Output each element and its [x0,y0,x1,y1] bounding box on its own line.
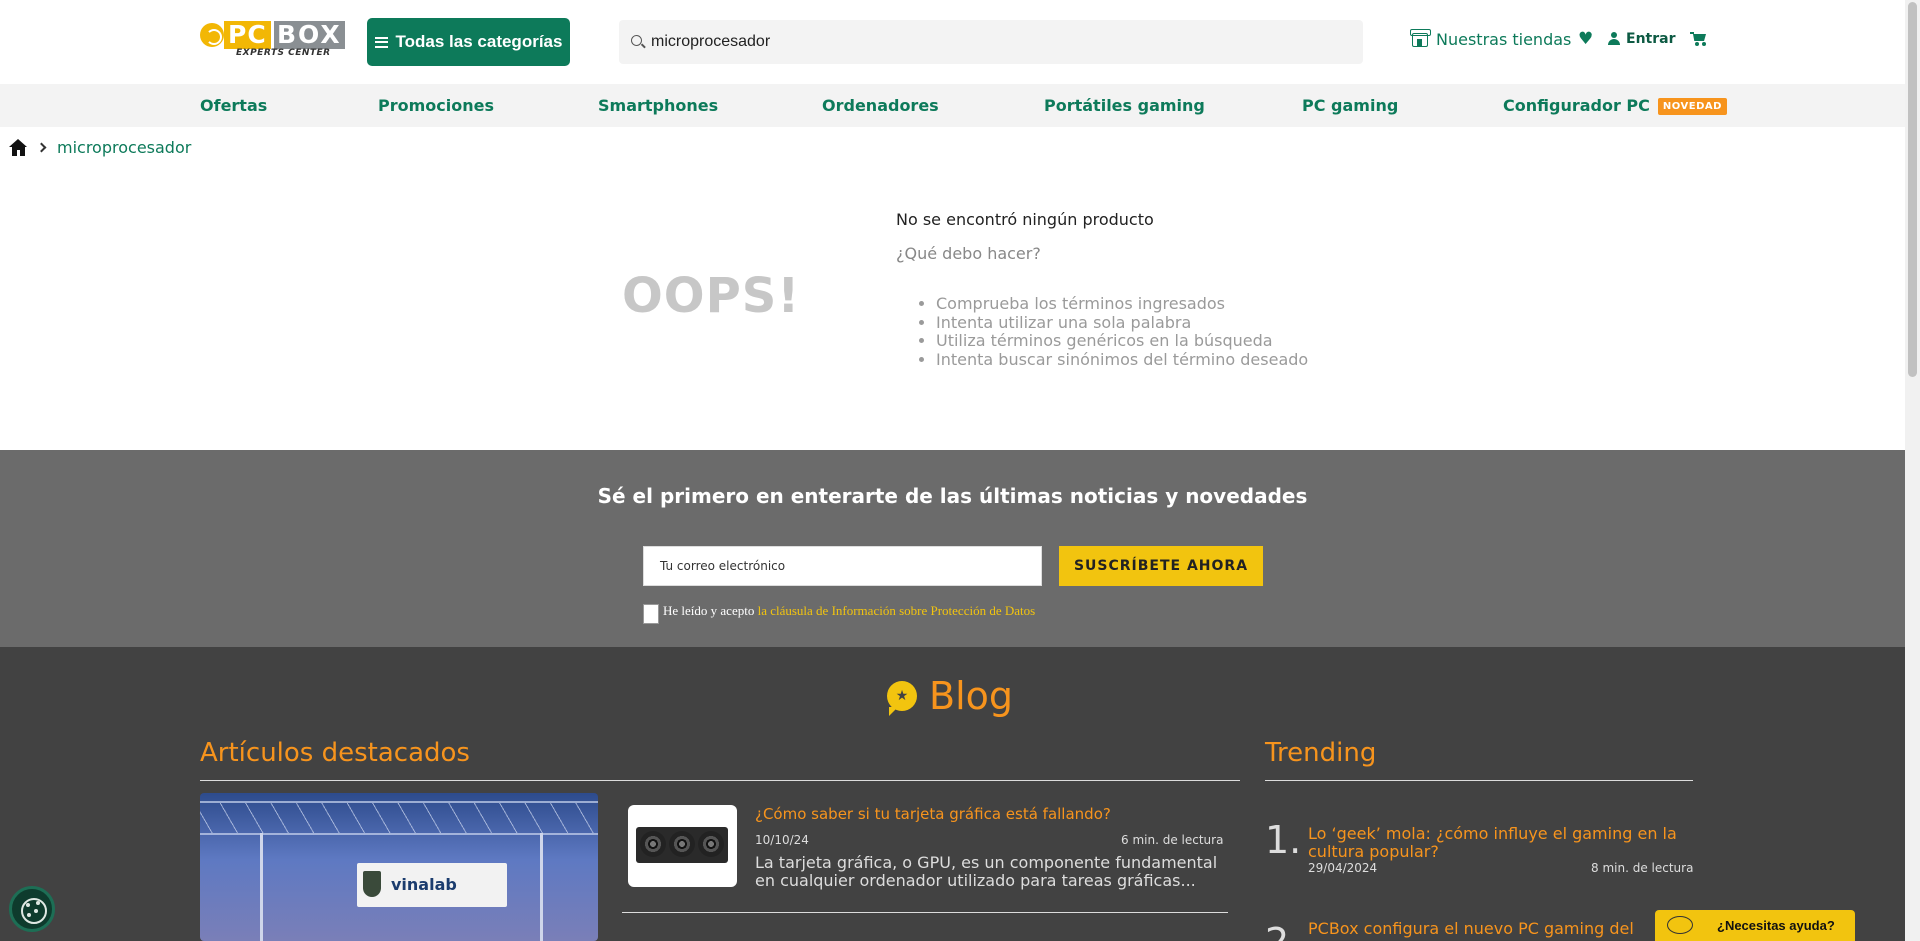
our-stores-link[interactable]: Nuestras tiendas [1410,28,1572,49]
consent-text: He leído y acepto la cláusula de Informa… [663,603,1035,619]
logo-subtitle: EXPERTS CENTER [236,48,331,58]
article-divider [622,912,1228,913]
trending-divider [1265,780,1693,781]
no-results-message: No se encontró ningún producto [896,210,1154,229]
store-icon [1410,28,1431,47]
main-nav: Ofertas Promociones Smartphones Ordenado… [0,84,1905,127]
search-tip: Intenta utilizar una sola palabra [936,313,1308,333]
featured-divider [200,780,1240,781]
article-thumbnail[interactable] [628,805,737,887]
gpu-image [636,827,728,863]
cart-icon[interactable] [1690,32,1707,46]
pcbox-logo[interactable]: PC BOX EXPERTS CENTER [200,21,353,59]
trending-number: 1. [1265,818,1302,862]
privacy-clause-link[interactable]: la cláusula de Información sobre Protecc… [758,603,1036,618]
article-excerpt: La tarjeta gráfica, o GPU, es un compone… [755,853,1218,890]
login-label: Entrar [1626,31,1676,47]
search-bar [619,20,1363,64]
nav-item-pc-gaming[interactable]: PC gaming [1302,84,1398,127]
trending-article-title[interactable]: Lo ‘geek’ mola: ¿cómo influye el gaming … [1308,825,1693,861]
logo-pc-text: PC [224,21,271,49]
blog-heading[interactable]: ★ Blog [887,674,1013,718]
what-to-do-question: ¿Qué debo hacer? [896,244,1041,263]
scrollbar-thumb[interactable] [1908,2,1917,377]
trending-title: Trending [1265,738,1377,768]
blog-star-icon: ★ [887,681,917,716]
featured-articles-title: Artículos destacados [200,738,470,768]
chevron-right-icon [36,142,47,153]
article-read-time: 6 min. de lectura [1121,833,1224,847]
nav-item-ordenadores[interactable]: Ordenadores [822,84,939,127]
search-icon[interactable] [631,35,642,46]
search-tip: Utiliza términos genéricos en la búsqued… [936,332,1308,351]
oops-heading: OOPS! [622,268,801,324]
nav-item-configurador-pc[interactable]: Configurador PC NOVEDAD [1503,84,1727,127]
all-categories-button[interactable]: Todas las categorías [367,18,570,66]
site-header: PC BOX EXPERTS CENTER Todas las categorí… [0,0,1905,84]
article-date: 10/10/24 [755,833,809,847]
user-icon [1608,32,1620,46]
blog-title: Blog [929,674,1013,718]
logo-box-text: BOX [274,21,345,49]
trending-article-read-time: 8 min. de lectura [1591,861,1694,875]
nav-item-promociones[interactable]: Promociones [378,84,494,127]
trending-number: 2. [1265,920,1301,941]
nav-item-ofertas[interactable]: Ofertas [200,84,267,127]
consent-checkbox[interactable] [643,604,659,624]
breadcrumb: microprocesador [9,138,191,157]
menu-icon [374,36,388,48]
search-tips-list: Comprueba los términos ingresados Intent… [936,294,1308,370]
featured-article-image[interactable]: vinalab [200,793,598,941]
chat-bubble-icon [1667,916,1693,934]
trending-article-title[interactable]: PCBox configura el nuevo PC gaming del [1308,920,1693,938]
help-chat-label: ¿Necesitas ayuda? [1717,918,1835,933]
blog-section: ★ Blog Artículos destacados Trending vin… [0,647,1905,941]
newsletter-title: Sé el primero en enterarte de las última… [597,484,1308,508]
breadcrumb-current[interactable]: microprocesador [57,138,191,157]
logo-sun-icon [200,23,224,47]
heart-icon[interactable]: ♥ [1578,31,1593,48]
consent-prefix: He leído y acepto [663,603,755,618]
all-categories-label: Todas las categorías [395,32,563,51]
trending-article-date: 29/04/2024 [1308,861,1378,875]
login-link[interactable]: Entrar [1608,31,1675,47]
subscribe-button[interactable]: SUSCRÍBETE AHORA [1059,546,1263,586]
search-tip: Comprueba los términos ingresados [936,294,1308,314]
our-stores-label: Nuestras tiendas [1436,30,1572,49]
article-title[interactable]: ¿Cómo saber si tu tarjeta gráfica está f… [755,805,1111,823]
page-scrollbar[interactable] [1905,0,1920,941]
home-icon[interactable] [9,139,28,156]
search-input[interactable] [651,20,1351,64]
nav-item-portatiles-gaming[interactable]: Portátiles gaming [1044,84,1205,127]
vinalab-banner: vinalab [357,863,507,907]
help-chat-button[interactable]: ¿Necesitas ayuda? [1655,910,1855,941]
cookie-settings-icon[interactable] [9,886,55,932]
nav-item-configurador-pc-label: Configurador PC [1503,96,1650,115]
search-tip: Intenta buscar sinónimos del término des… [936,350,1308,370]
newsletter-email-input[interactable]: Tu correo electrónico [643,546,1042,586]
nav-item-smartphones[interactable]: Smartphones [598,84,718,127]
newsletter-section: Sé el primero en enterarte de las última… [0,450,1905,647]
novedad-badge: NOVEDAD [1657,98,1727,115]
vinalab-banner-text: vinalab [391,875,457,894]
